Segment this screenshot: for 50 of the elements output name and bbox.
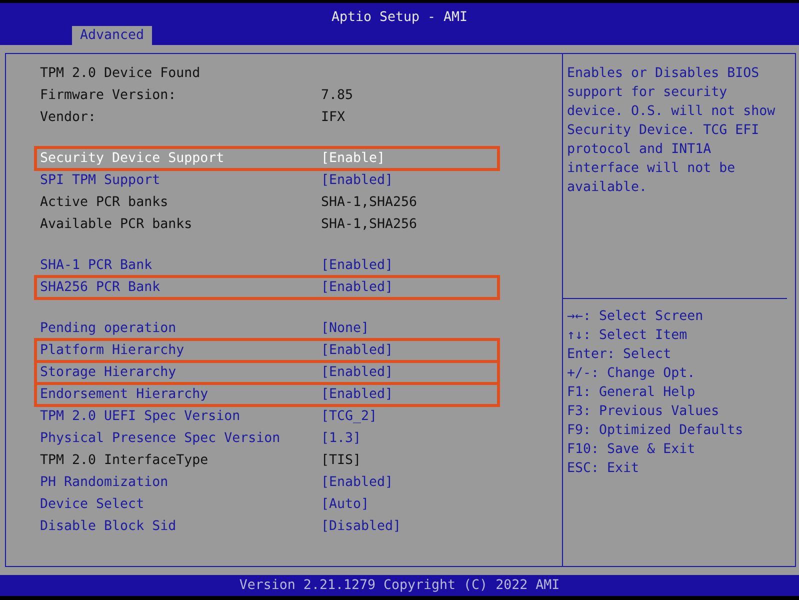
setting-value[interactable]: [None]	[321, 319, 491, 338]
key-hint: F10: Save & Exit	[567, 441, 696, 459]
setting-value[interactable]: [TCG_2]	[321, 407, 491, 426]
info-label: TPM 2.0 Device Found	[40, 65, 202, 83]
menu-tab[interactable]: Advanced	[72, 26, 152, 46]
setting-value[interactable]: [Enabled]	[321, 278, 491, 297]
setting-value[interactable]: [Enable]	[321, 149, 491, 168]
key-hint: →←: Select Screen	[567, 308, 704, 326]
setting-value: IFX	[321, 109, 346, 127]
key-hint: +/-: Change Opt.	[567, 365, 696, 383]
setting-label[interactable]: Endorsement Hierarchy	[40, 385, 321, 404]
setting-value[interactable]: [Enabled]	[321, 363, 491, 382]
key-hint: F1: General Help	[567, 384, 696, 402]
key-hint: Enter: Select	[567, 346, 672, 364]
setting-value[interactable]: [Enabled]	[321, 341, 491, 360]
setting-label[interactable]: PH Randomization	[40, 473, 321, 492]
help-text: Enables or Disables BIOS support for security device. O.S. will not show Security Device. TCG EFI protocol and INT1A interface will not be available.	[563, 54, 788, 299]
setting-label[interactable]: Physical Presence Spec Version	[40, 429, 321, 448]
setting-label[interactable]: TPM 2.0 UEFI Spec Version	[40, 407, 321, 426]
setting-value[interactable]: [Enabled]	[321, 385, 491, 404]
setting-label[interactable]: Storage Hierarchy	[40, 363, 321, 382]
info-label: Vendor:	[40, 109, 98, 127]
info-label: Active PCR banks	[40, 194, 170, 212]
setting-value: 7.85	[321, 87, 354, 105]
info-label: Available PCR banks	[40, 216, 194, 234]
window-title: Aptio Setup - AMI	[330, 9, 469, 26]
setting-label[interactable]: SHA-1 PCR Bank	[40, 256, 321, 275]
info-label: TPM 2.0 InterfaceType	[40, 452, 210, 470]
key-hint: ESC: Exit	[567, 460, 640, 478]
setting-value[interactable]: [Enabled]	[321, 473, 491, 492]
setting-label[interactable]: Device Select	[40, 495, 321, 514]
setting-value[interactable]: [1.3]	[321, 429, 491, 448]
setting-label[interactable]: Security Device Support	[40, 149, 321, 168]
setting-value[interactable]: [Enabled]	[321, 171, 491, 190]
info-label: Firmware Version:	[40, 87, 178, 105]
setting-label[interactable]: Platform Hierarchy	[40, 341, 321, 360]
setting-value: SHA-1,SHA256	[321, 216, 418, 234]
setting-label[interactable]: Pending operation	[40, 319, 321, 338]
setting-label[interactable]: SPI TPM Support	[40, 171, 321, 190]
setting-label[interactable]: SHA256 PCR Bank	[40, 278, 321, 297]
setting-label[interactable]: Disable Block Sid	[40, 517, 321, 536]
setting-value[interactable]: [Disabled]	[321, 517, 491, 536]
key-hint: F3: Previous Values	[567, 403, 720, 421]
version-text: Version 2.21.1279 Copyright (C) 2022 AMI	[0, 575, 799, 596]
key-hint: ↑↓: Select Item	[567, 327, 688, 345]
setting-value: SHA-1,SHA256	[321, 194, 418, 212]
setting-value: [TIS]	[321, 452, 362, 470]
setting-value[interactable]: [Enabled]	[321, 256, 491, 275]
setting-value[interactable]: [Auto]	[321, 495, 491, 514]
key-hint: F9: Optimized Defaults	[567, 422, 744, 440]
